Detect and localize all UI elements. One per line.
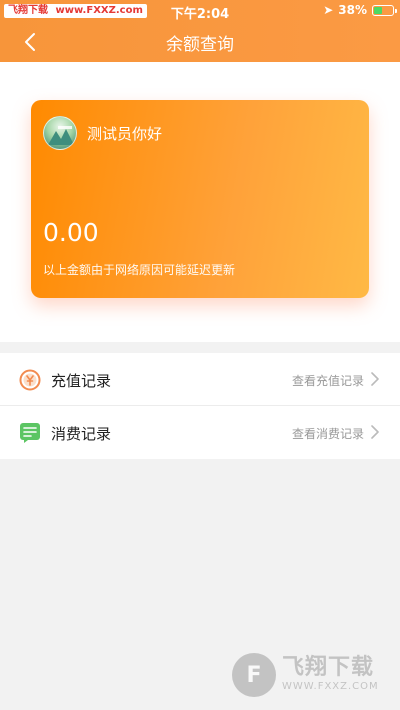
receipt-icon bbox=[19, 422, 41, 444]
nav-bar: 余额查询 bbox=[0, 22, 400, 62]
balance-section: 测试员你好 0.00 以上金额由于网络原因可能延迟更新 bbox=[0, 62, 400, 342]
watermark-url: WWW.FXXZ.COM bbox=[282, 681, 379, 692]
consumption-records-label: 消费记录 bbox=[51, 425, 112, 443]
recharge-records-label: 充值记录 bbox=[51, 372, 112, 390]
page-title: 余额查询 bbox=[166, 35, 234, 55]
recharge-records-row[interactable]: 充值记录 查看充值记录 bbox=[0, 353, 400, 406]
battery-icon bbox=[372, 4, 397, 16]
balance-card: 测试员你好 0.00 以上金额由于网络原因可能延迟更新 bbox=[31, 100, 369, 298]
watermark: F 飞翔下载 WWW.FXXZ.COM bbox=[232, 650, 392, 700]
records-list: 充值记录 查看充值记录 消费记录 查看消费记录 bbox=[0, 353, 400, 459]
battery-percent: 38% bbox=[338, 3, 367, 17]
watermark-logo-icon: F bbox=[232, 653, 276, 697]
view-consumption-records-link[interactable]: 查看消费记录 bbox=[292, 425, 364, 442]
location-icon: ➤ bbox=[323, 3, 334, 17]
header-bar: 飞翔下载 www.FXXZ.com 下午2:04 ➤ 38% 余额查询 bbox=[0, 0, 400, 62]
watermark-text: 飞翔下载 WWW.FXXZ.COM bbox=[282, 656, 379, 694]
yuan-coin-icon bbox=[19, 369, 41, 391]
avatar-image-icon bbox=[48, 126, 74, 145]
chevron-right-icon bbox=[371, 372, 379, 386]
user-greeting: 测试员你好 bbox=[87, 125, 163, 143]
watermark-title: 飞翔下载 bbox=[282, 655, 375, 680]
status-bar: 飞翔下载 www.FXXZ.com 下午2:04 ➤ 38% bbox=[0, 0, 400, 22]
status-right: ➤ 38% bbox=[323, 3, 397, 17]
balance-note: 以上金额由于网络原因可能延迟更新 bbox=[43, 263, 236, 277]
consumption-records-row[interactable]: 消费记录 查看消费记录 bbox=[0, 406, 400, 459]
avatar bbox=[43, 116, 77, 150]
balance-amount: 0.00 bbox=[43, 218, 99, 247]
view-recharge-records-link[interactable]: 查看充值记录 bbox=[292, 372, 364, 389]
chevron-right-icon bbox=[371, 425, 379, 439]
